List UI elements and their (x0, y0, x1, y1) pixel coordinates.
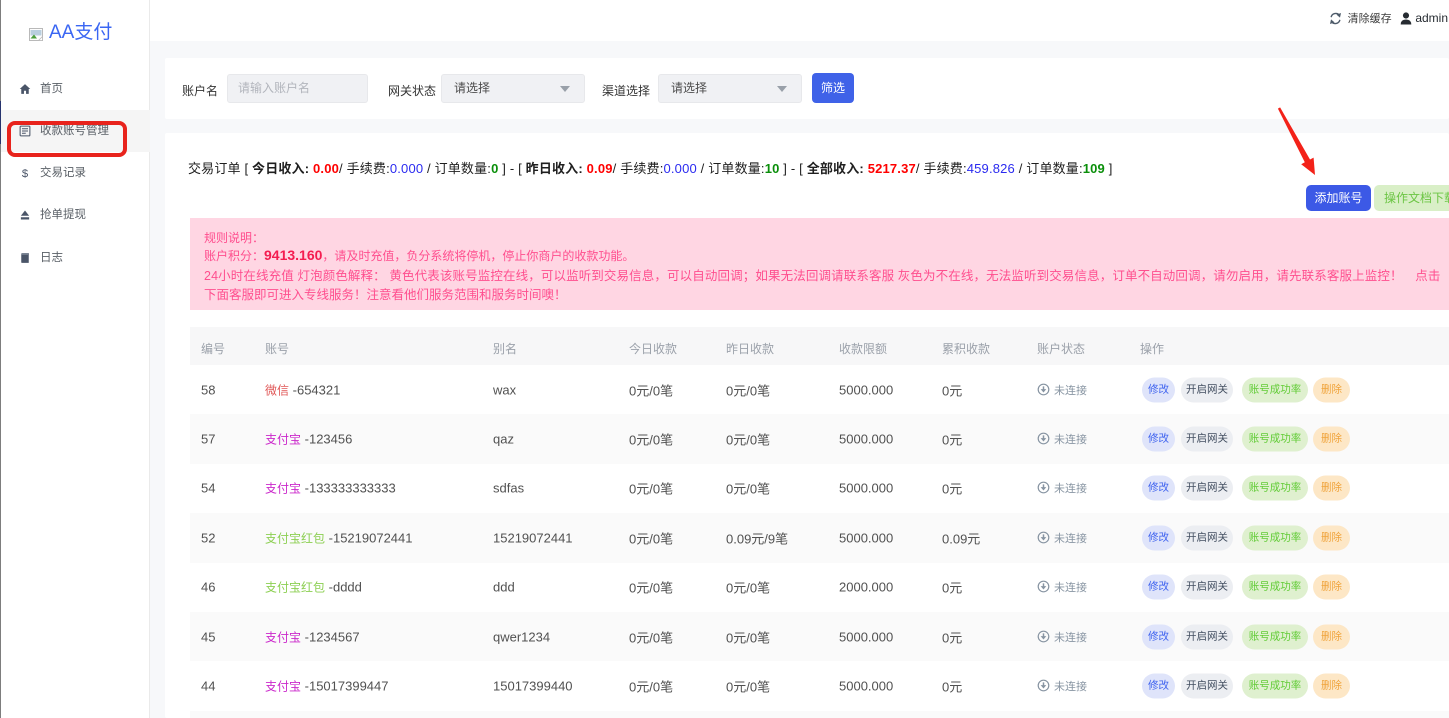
svg-text:$: $ (22, 168, 29, 179)
